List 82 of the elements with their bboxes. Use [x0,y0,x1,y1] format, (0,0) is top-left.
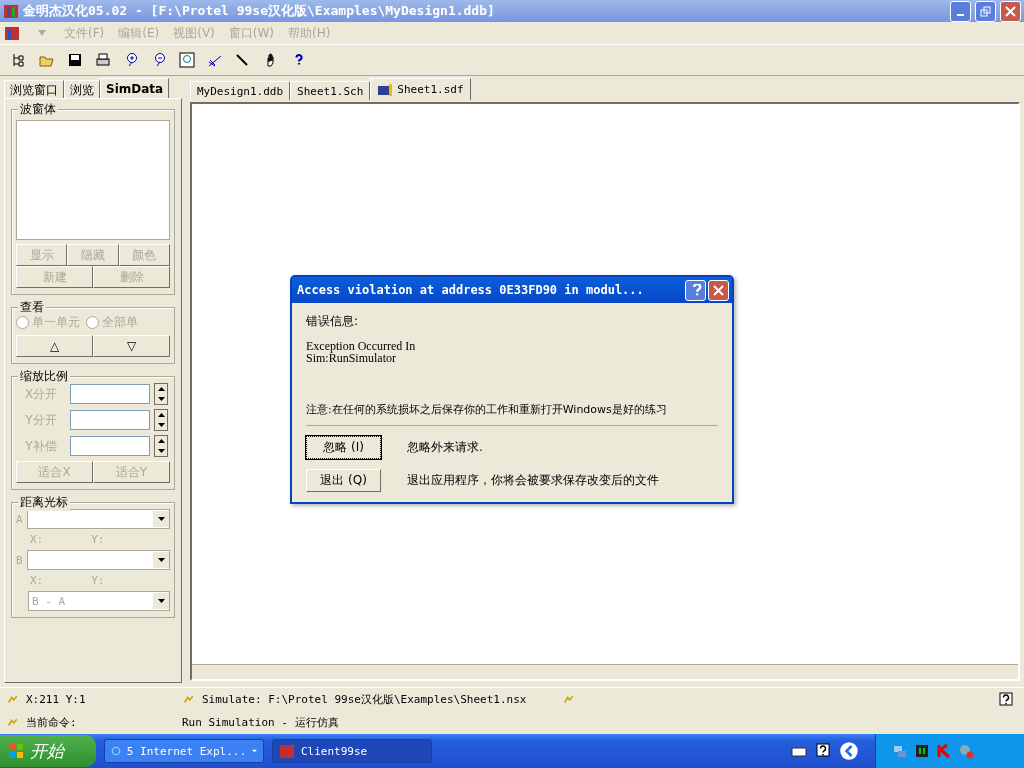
down-arrow-icon [157,423,165,427]
coordinate-label: Y: [91,574,105,587]
dialog-button[interactable]: 退出 (Q) [306,469,381,492]
start-button[interactable]: 开始 [0,735,96,767]
lightning-icon [6,694,20,705]
action-description: 忽略外来请求. [407,439,483,456]
message-label: 错误信息: [306,313,360,330]
field-label: Y补偿 [24,437,58,455]
coordinate-label: X: [30,533,44,546]
dropdown-field[interactable]: B - A [28,591,170,611]
status-text: 当前命令: [26,715,77,730]
document-tab[interactable]: MyDesign1.ddb [190,81,291,100]
group-title: 波窗体 [18,101,58,118]
help-icon [998,691,1014,708]
zoom-fit-icon [179,52,195,68]
taskbar-button[interactable]: 5 Internet Expl... [104,739,264,763]
error-message: Exception Occurred In [306,340,417,352]
dialog-title: Access violation at address 0E33FD90 in modul... [297,283,645,297]
printer-icon [95,52,111,68]
status-text: Simulate: F:\Protel 99se汉化版\Examples\Sheet1.nsx [202,692,527,707]
tree-icon [11,52,27,68]
panel-tab[interactable]: 浏览 [64,80,100,98]
group-title: 查看 [18,299,46,316]
close-button[interactable] [1000,0,1021,22]
dialog-button[interactable]: 忽略 (I) [306,436,381,459]
down-arrow-icon [157,558,165,562]
window-title: 金明杰汉化05.02 - [F:\Protel 99se汉化版\Examples\MyDesign1.ddb] [23,2,496,20]
lightning-icon [6,717,20,728]
help-icon [815,743,831,759]
minimize-button[interactable] [950,0,971,22]
restore-icon [980,5,991,17]
spin-button[interactable] [154,383,168,405]
app-icon [3,3,19,19]
group-title: 距离光标 [18,494,70,511]
close-icon [1005,5,1016,17]
note-text: 注意:在任何的系统损坏之后保存你的工作和重新打开Windows是好的练习 [306,402,718,426]
down-arrow-icon [157,397,165,401]
windows-flag-icon [8,743,24,759]
coordinate-label: X: [30,574,44,587]
arrow-button[interactable]: △ [16,335,93,357]
coordinate-label: Y: [91,533,105,546]
up-arrow-icon [157,387,165,391]
panel-tab[interactable]: 浏览窗口 [4,80,64,98]
spin-button[interactable] [154,435,168,457]
horizontal-scrollbar[interactable] [192,664,1018,679]
panel-tab[interactable]: SimData [100,78,170,98]
field-label: B [16,553,23,567]
error-message: Sim:RunSimulator [306,352,397,364]
dropdown-field[interactable] [26,509,170,529]
status-text: X:211 Y:1 [26,693,86,706]
up-arrow-icon [157,439,165,443]
down-arrow-icon [157,449,165,453]
network-icon [892,743,908,759]
spin-button[interactable] [154,409,168,431]
document-tab[interactable]: Sheet1.sdf [370,78,471,100]
chevron-left-icon [839,741,859,761]
save-icon [67,52,83,68]
status-text: Run Simulation - 运行仿真 [182,715,340,730]
field-label: Y分开 [24,411,58,429]
down-arrow-icon [157,599,165,603]
app-icon [279,743,295,759]
group-title: 缩放比例 [18,368,70,385]
minimize-icon [957,14,964,16]
close-button[interactable] [708,279,729,301]
dropdown-field[interactable] [26,550,170,570]
down-arrow-icon [157,517,165,521]
help-button[interactable] [685,279,706,301]
document-tab[interactable]: Sheet1.Sch [290,81,371,100]
lightning-icon [562,694,576,705]
field-label: A [16,512,23,526]
k-icon [936,743,952,759]
field-label: X分开 [23,385,59,403]
zoom-fit-button[interactable] [176,49,198,71]
close-icon [713,284,724,296]
arrow-button[interactable]: ▽ [93,335,170,357]
up-arrow-icon [157,413,165,417]
network-error-icon [958,743,974,759]
restore-button[interactable] [975,0,996,22]
action-description: 退出应用程序，你将会被要求保存改变后的文件 [407,472,659,489]
app-icon [4,25,20,41]
lightning-icon [182,694,196,705]
taskbar-button[interactable]: Client99se [272,739,432,763]
